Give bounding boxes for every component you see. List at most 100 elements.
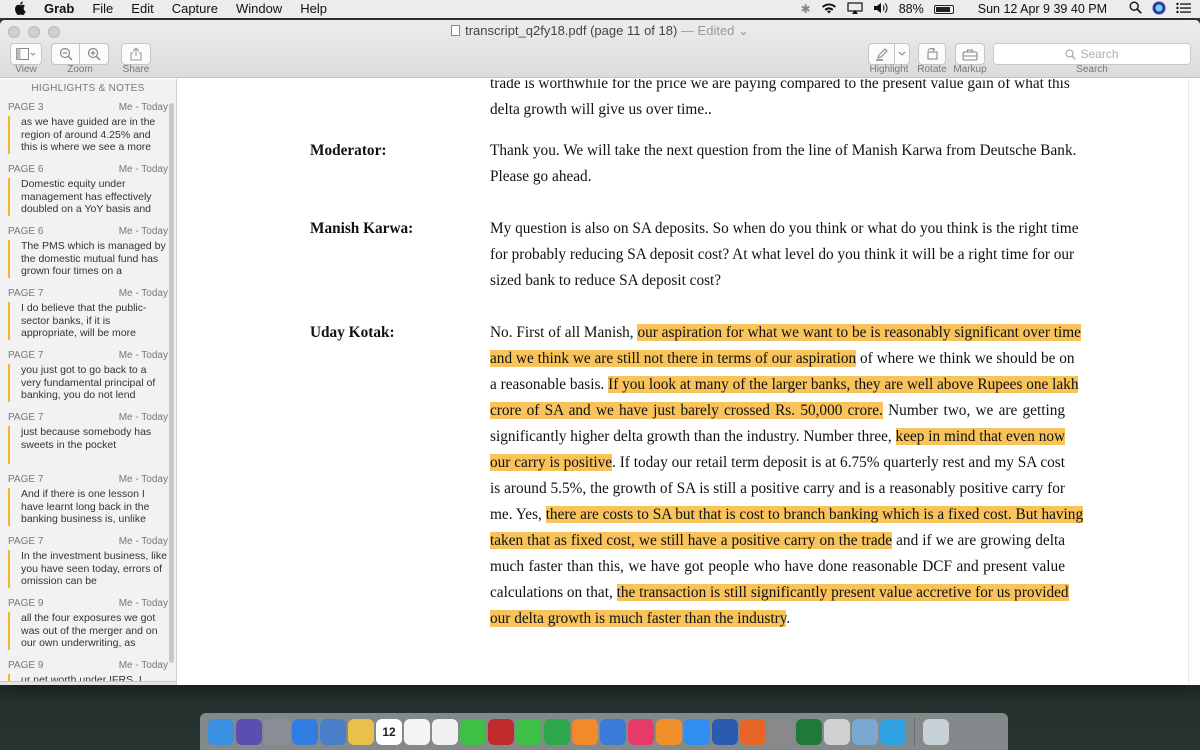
menu-file[interactable]: File [83,0,122,18]
launchpad-icon[interactable] [264,718,290,745]
notification-center-icon[interactable] [1176,2,1192,17]
window-title[interactable]: transcript_q2fy18.pdf (page 11 of 18) — … [0,23,1200,39]
note-item[interactable]: PAGE 6 Me - Today Domestic equity under ma… [8,163,168,216]
battery-icon[interactable] [933,4,954,14]
note-item[interactable]: PAGE 9 Me - Today all the four exposures w… [8,597,168,650]
app-menu-grab[interactable]: Grab [40,0,83,18]
text-segment: significantly higher delta growth than t… [490,428,896,445]
facetime-icon[interactable] [516,718,542,745]
note-item[interactable]: PAGE 7 Me - Today In the investment busine… [8,535,168,588]
menu-window[interactable]: Window [227,0,291,18]
note-page: PAGE 7 [8,288,44,299]
calendar-icon[interactable]: 12 [376,718,402,745]
sidebar-view-modes: ☰ ≣ ▤ ▦ ▥ ▣ [0,681,176,685]
highlight-options-chevron-icon[interactable] [895,43,910,65]
text-line: taken that as fixed cost, we still have … [490,528,1065,554]
finder-icon[interactable] [208,718,234,745]
highlighted-text[interactable]: If you look at many of the larger banks,… [608,376,1079,393]
note-page: PAGE 9 [8,660,44,671]
preview-icon[interactable] [320,718,346,745]
text-segment: of where we think we should be on [856,350,1075,367]
word-icon[interactable] [712,718,738,745]
apple-menu-icon[interactable] [0,1,40,18]
siri-icon[interactable] [236,718,262,745]
directory-utility-icon[interactable] [852,718,878,745]
rotate-button[interactable] [918,43,946,65]
pages-icon[interactable] [572,718,598,745]
wifi-icon[interactable] [821,2,837,17]
telegram-icon[interactable] [880,718,906,745]
ibooks-icon[interactable] [656,718,682,745]
volume-icon[interactable] [873,2,889,17]
menu-edit[interactable]: Edit [122,0,162,18]
menu-clock[interactable]: Sun 12 Apr 9 39 40 PM [978,2,1107,16]
text-line: for probably reducing SA deposit cost? A… [490,242,1074,268]
note-author-date: Me - Today [118,102,168,113]
markup-toolbox-button[interactable] [955,43,985,65]
note-item[interactable]: PAGE 7 Me - Today you just got to go back… [8,349,168,402]
screenshot-icon[interactable] [824,718,850,745]
note-item[interactable]: PAGE 7 Me - Today just because somebody ha… [8,411,168,464]
note-text: And if there is one lesson I have learnt… [8,488,168,526]
view-menu-button[interactable] [10,43,42,65]
highlighted-text[interactable]: our delta growth is much faster than the… [490,610,787,627]
speaker-name: Moderator: [310,142,387,159]
text-segment: Please go ahead. [490,168,592,185]
highlighted-text[interactable]: there are costs to SA but that is cost t… [545,506,1084,523]
note-author-date: Me - Today [118,660,168,671]
share-button[interactable] [121,43,151,65]
app-store-icon[interactable] [684,718,710,745]
speaker-name: Uday Kotak: [310,324,395,341]
highlighted-text[interactable]: our carry is positive [490,454,613,471]
messages-icon[interactable] [460,718,486,745]
note-item[interactable]: PAGE 6 Me - Today The PMS which is managed… [8,225,168,278]
zoom-out-button[interactable] [51,43,80,65]
text-line: a reasonable basis. If you look at many … [490,372,1079,398]
highlighted-text[interactable]: taken that as fixed cost, we still have … [490,532,893,549]
note-item[interactable]: PAGE 7 Me - Today I do believe that the p… [8,287,168,340]
system-preferences-icon[interactable] [768,718,794,745]
text-line: calculations on that, the transaction is… [490,580,1069,606]
zoom-in-button[interactable] [80,43,109,65]
document-scroll-track[interactable] [1188,79,1200,685]
highlight-button[interactable] [868,43,895,65]
safari-icon[interactable] [292,718,318,745]
note-page: PAGE 7 [8,350,44,361]
note-item[interactable]: PAGE 7 Me - Today And if there is one less… [8,473,168,526]
note-item[interactable]: PAGE 3 Me - Today as we have guided are i… [8,101,168,154]
notes-icon[interactable] [348,718,374,745]
note-page: PAGE 3 [8,102,44,113]
excel-icon[interactable] [796,718,822,745]
trash-icon[interactable] [923,718,949,745]
highlighted-text[interactable]: crore of SA and we have just barely cros… [490,402,883,419]
airplay-icon[interactable] [847,1,863,17]
text-segment: . [786,610,791,627]
edited-status[interactable]: — Edited ⌄ [681,23,749,38]
menu-capture[interactable]: Capture [163,0,227,18]
highlighted-text[interactable]: our aspiration for what we want to be is… [637,324,1081,341]
firefox-icon[interactable] [740,718,766,745]
text-segment: No. First of all Manish, [490,324,638,341]
search-field[interactable]: Search [993,43,1191,65]
pdf-page-content[interactable]: trade is worthwhile for the price we are… [190,79,1200,685]
itunes-icon[interactable] [628,718,654,745]
bluetooth-icon[interactable]: ✱ [801,2,811,16]
text-line: is around 5.5%, the growth of SA is stil… [490,476,1065,502]
photo-booth-icon[interactable] [488,718,514,745]
highlights-notes-sidebar[interactable]: HIGHLIGHTS & NOTES PAGE 3 Me - Today as w… [0,79,177,685]
highlighted-text[interactable]: keep in mind that even now [895,428,1066,445]
reminders-icon[interactable] [404,718,430,745]
menu-help[interactable]: Help [291,0,336,18]
numbers-icon[interactable] [544,718,570,745]
sidebar-scrollbar[interactable] [169,103,174,663]
note-text: you just got to go back to a very fundam… [8,364,168,402]
spotlight-icon[interactable] [1129,1,1142,17]
preview-window: transcript_q2fy18.pdf (page 11 of 18) — … [0,20,1200,685]
keynote-icon[interactable] [600,718,626,745]
text-segment: Number two, we are getting [882,402,1065,419]
highlighted-text[interactable]: the transaction is still significantly p… [616,584,1069,601]
siri-menu-icon[interactable] [1152,1,1166,18]
highlighted-text[interactable]: and we think we are still not there in t… [490,350,857,367]
window-title-text: transcript_q2fy18.pdf (page 11 of 18) [465,23,678,38]
photos-icon[interactable] [432,718,458,745]
